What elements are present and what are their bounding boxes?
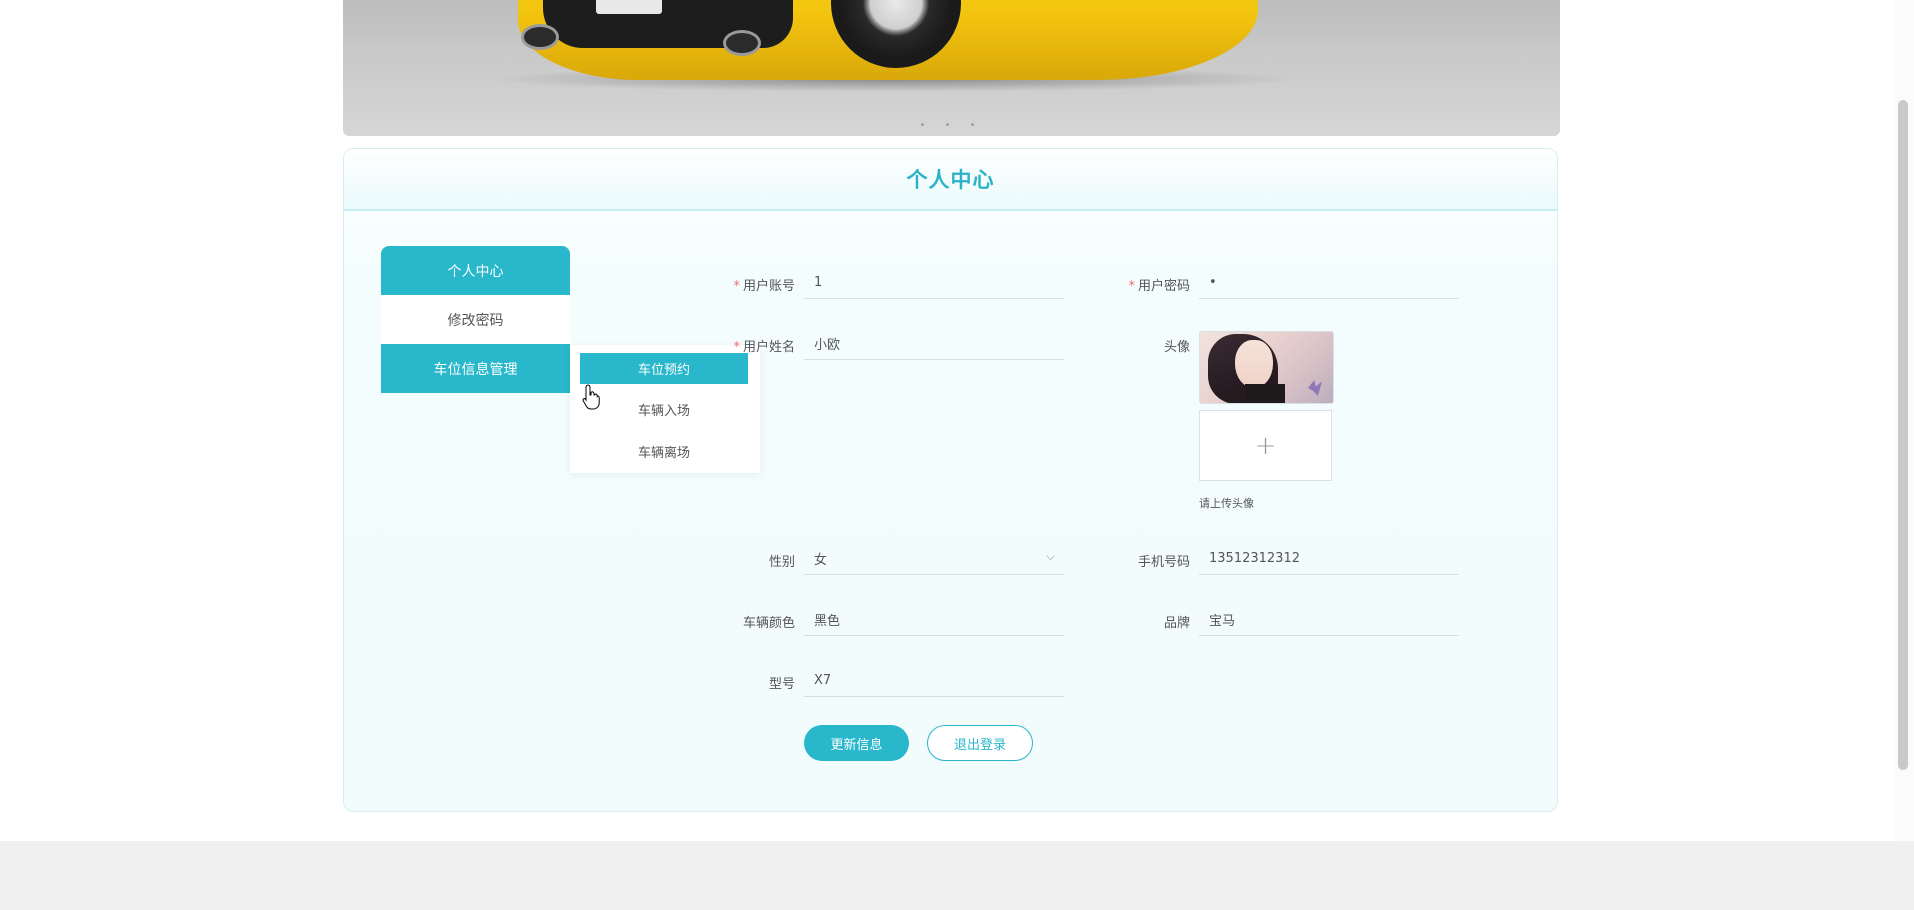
parking-submenu: 车位预约 车辆入场 车辆离场 [570, 345, 760, 473]
page-title: 个人中心 [906, 168, 995, 192]
gender-label: 性别 [768, 555, 795, 570]
phone-label: 手机号码 [1137, 555, 1190, 570]
logout-button[interactable]: 退出登录 [927, 725, 1033, 761]
brand-label: 品牌 [1163, 616, 1190, 631]
password-label: * 用户密码 [1128, 279, 1190, 294]
card-header: 个人中心 [344, 149, 1557, 211]
name-label: * 用户姓名 [733, 340, 795, 355]
sidebar-item-label: 修改密码 [447, 312, 504, 329]
required-mark: * [733, 340, 740, 355]
update-info-button[interactable]: 更新信息 [804, 725, 909, 761]
model-input[interactable] [804, 664, 1064, 697]
submenu-item-label: 车辆离场 [637, 446, 690, 461]
submenu-item-label: 车辆入场 [637, 404, 690, 419]
account-label: * 用户账号 [733, 279, 795, 294]
exhaust-left [521, 24, 559, 50]
avatar-upload-button[interactable]: + [1199, 410, 1332, 481]
model-label: 型号 [768, 677, 795, 692]
required-mark: * [1128, 279, 1135, 294]
submenu-item-label: 车位预约 [637, 363, 690, 378]
password-input[interactable] [1199, 266, 1459, 299]
sidebar-item-label: 个人中心 [447, 263, 504, 280]
scrollbar-thumb[interactable] [1898, 100, 1908, 770]
avatar-face [1235, 340, 1273, 388]
submenu-item-reservation[interactable]: 车位预约 [580, 353, 748, 384]
sidebar-item-label: 车位信息管理 [433, 361, 518, 378]
gender-select[interactable] [804, 542, 1064, 575]
carousel-indicators[interactable]: • • • [343, 120, 1560, 131]
avatar-clothing [1245, 384, 1285, 403]
plus-icon: + [1254, 430, 1277, 461]
required-mark: * [733, 279, 740, 294]
chevron-down-icon: ⌵ [1046, 549, 1056, 563]
upload-tip: 请上传头像 [1199, 497, 1254, 510]
hero-banner: • • • [343, 0, 1560, 136]
page-footer [0, 841, 1914, 910]
account-input[interactable] [804, 266, 1064, 299]
sidebar-item-profile[interactable]: 个人中心 [381, 246, 570, 295]
exhaust-right [723, 30, 761, 56]
avatar[interactable] [1199, 331, 1334, 404]
avatar-label: 头像 [1163, 340, 1190, 355]
name-input[interactable] [804, 327, 1064, 360]
sidebar-item-change-password[interactable]: 修改密码 [381, 295, 570, 344]
phone-input[interactable] [1199, 542, 1459, 575]
submenu-item-entry[interactable]: 车辆入场 [580, 394, 748, 425]
vehicle-color-label: 车辆颜色 [742, 616, 795, 631]
profile-card: 个人中心 个人中心 修改密码 车位信息管理 车位预约 车辆入场 车辆离场 * 用户… [343, 148, 1558, 812]
vehicle-color-input[interactable] [804, 603, 1064, 636]
sidebar-item-parking-management[interactable]: 车位信息管理 [381, 344, 570, 393]
butterfly-icon [1308, 380, 1322, 396]
brand-input[interactable] [1199, 603, 1459, 636]
license-plate [596, 0, 662, 14]
submenu-item-exit[interactable]: 车辆离场 [580, 436, 748, 467]
